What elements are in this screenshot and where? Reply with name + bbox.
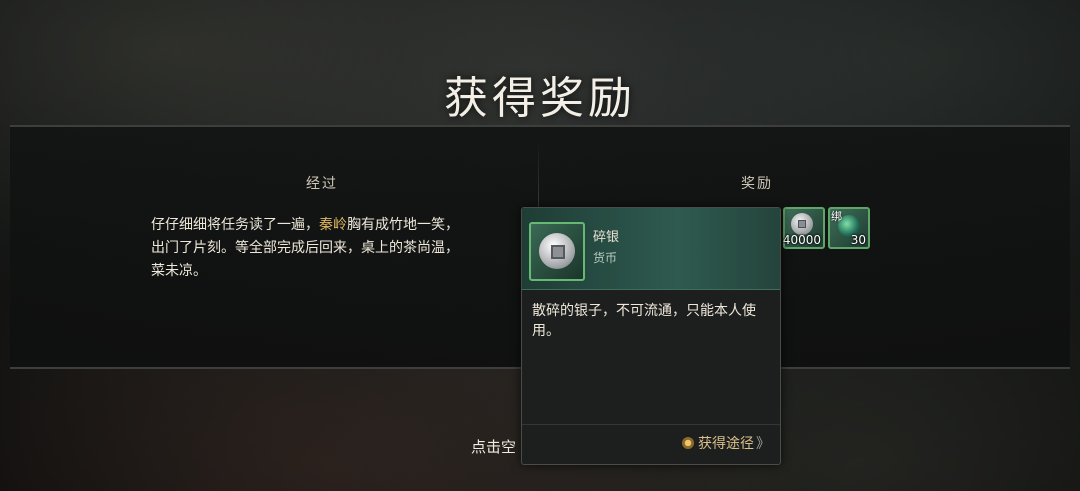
story-text: 仔仔细细将任务读了一遍，秦岭胸有成竹地一笑， 出门了片刻。等全部完成后回来，桌上… xyxy=(151,214,496,283)
item-tooltip: 碎银 货币 散碎的银子，不可流通，只能本人使用。 获得途径》 xyxy=(521,207,781,465)
obtain-method-link[interactable]: 获得途径》 xyxy=(682,433,770,453)
tooltip-item-type: 货币 xyxy=(593,251,618,265)
reward-item-orb[interactable]: 绑 30 xyxy=(828,207,870,249)
story-character-name: 秦岭 xyxy=(319,217,347,233)
story-line2: 出门了片刻。等全部完成后回来，桌上的茶尚温， xyxy=(151,240,459,256)
double-chevron-icon: 》 xyxy=(756,436,770,452)
gem-icon xyxy=(682,437,694,449)
reward-quantity: 30 xyxy=(850,233,866,247)
reward-item-silver[interactable]: 40000 xyxy=(783,207,825,249)
tooltip-header: 碎银 货币 xyxy=(522,208,780,290)
tooltip-description: 散碎的银子，不可流通，只能本人使用。 xyxy=(532,303,756,339)
silver-coin-icon xyxy=(791,213,813,235)
rewards-header: 奖励 xyxy=(741,176,773,192)
story-line1-pre: 仔仔细细将任务读了一遍， xyxy=(151,217,319,233)
page-title: 获得奖励 xyxy=(444,73,636,124)
story-line3: 菜未凉。 xyxy=(151,263,207,279)
tooltip-divider xyxy=(522,424,780,425)
story-header: 经过 xyxy=(306,176,338,192)
tooltip-item-name: 碎银 xyxy=(593,230,620,245)
silver-coin-icon xyxy=(539,233,575,269)
story-line1-post: 胸有成竹地一笑， xyxy=(347,217,459,233)
tooltip-item-frame xyxy=(529,222,585,281)
obtain-method-label: 获得途径 xyxy=(698,436,754,452)
bound-tag: 绑 xyxy=(831,210,842,223)
tap-to-close-hint[interactable]: 点击空 xyxy=(471,436,516,457)
reward-quantity: 40000 xyxy=(782,233,821,247)
